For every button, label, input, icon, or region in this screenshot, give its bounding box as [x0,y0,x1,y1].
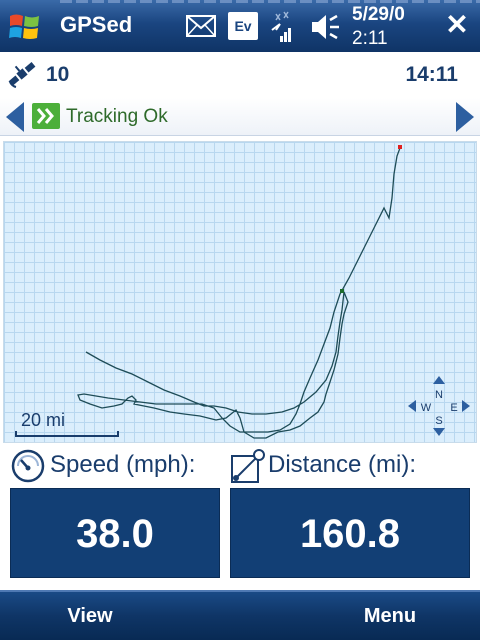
track-line [77,147,401,439]
scale-bar [15,431,119,437]
view-softkey[interactable]: View [0,592,180,640]
event-icon[interactable]: Ev [228,12,258,40]
volume-mute-icon[interactable] [310,12,342,42]
info-row: 10 14:11 [0,52,480,98]
title-bar: GPSed Ev 5/29/0 2:11 ✕ [0,0,480,52]
satellite-count: 10 [46,63,70,86]
scale-label: 20 mi [21,410,66,430]
time-text: 2:11 [352,28,388,49]
windows-start-icon[interactable] [6,8,44,46]
compass-east: E [450,402,457,414]
compass-west: W [421,402,432,414]
title-bar-decoration [60,0,480,3]
track-path [77,145,402,439]
compass-north: N [435,389,443,401]
current-position-marker [340,289,344,293]
signal-icon[interactable] [268,10,294,44]
app-title: GPSed [60,12,133,37]
distance-icon [231,449,265,483]
close-icon[interactable]: ✕ [444,10,470,40]
softkey-bar: View Menu [0,590,480,640]
menu-softkey[interactable]: Menu [300,592,480,640]
distance-value[interactable]: 160.8 [230,488,470,578]
status-row: Tracking Ok [0,98,480,136]
track-map[interactable]: 20 mi N S W E [3,141,477,443]
compass-south: S [435,415,442,427]
previous-arrow-icon[interactable] [4,100,26,134]
clock-text: 14:11 [405,63,458,86]
tracking-status-icon [32,103,60,129]
screen: GPSed Ev 5/29/0 2:11 ✕ 10 14:11 Tracking… [0,0,480,640]
tracking-status-text: Tracking Ok [66,106,168,127]
compass-icon[interactable]: N S W E [408,376,470,436]
start-marker [398,145,402,149]
satellite-icon [8,62,36,88]
distance-label: Distance (mi): [268,451,417,478]
next-arrow-icon[interactable] [454,100,476,134]
date-text: 5/29/0 [352,4,405,25]
speed-label: Speed (mph): [50,451,196,478]
mail-icon[interactable] [186,14,216,38]
speed-value[interactable]: 38.0 [10,488,220,578]
speedometer-icon [11,449,45,483]
